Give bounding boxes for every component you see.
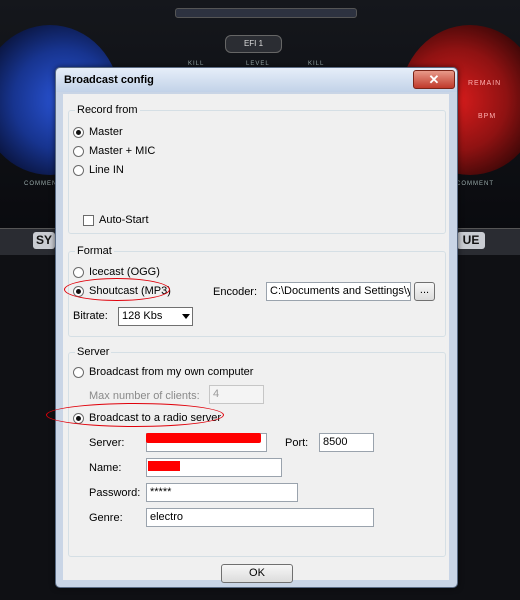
port-field[interactable]: 8500 xyxy=(319,433,374,452)
encoder-browse-button[interactable]: ... xyxy=(414,282,435,301)
record-from-group: Record from Master Master + MIC Line IN … xyxy=(68,104,446,234)
ok-button[interactable]: OK xyxy=(221,564,293,583)
radio-master-label: Master xyxy=(89,126,123,138)
cue-button[interactable]: UE xyxy=(457,232,485,249)
server-redaction xyxy=(146,433,261,443)
radio-line-in[interactable]: Line IN xyxy=(73,164,124,176)
close-button[interactable]: ✕ xyxy=(413,70,455,89)
port-label: Port: xyxy=(285,437,309,449)
annotation-ellipse-radio-server xyxy=(46,403,224,427)
server-group: Server Broadcast from my own computer Ma… xyxy=(68,346,446,557)
annotation-ellipse-shoutcast xyxy=(64,278,170,301)
max-clients-field[interactable]: 4 xyxy=(209,385,264,404)
genre-label: Genre: xyxy=(89,512,123,524)
encoder-path-field[interactable]: C:\Documents and Settings\yl xyxy=(266,282,411,301)
password-field[interactable]: ***** xyxy=(146,483,298,502)
name-redaction xyxy=(148,461,180,471)
name-label: Name: xyxy=(89,462,122,474)
dialog-titlebar[interactable]: Broadcast config ✕ xyxy=(56,68,457,92)
radio-own-computer-indicator[interactable] xyxy=(73,366,84,378)
bitrate-select[interactable]: 128 Kbs xyxy=(118,307,193,326)
radio-master-indicator[interactable] xyxy=(73,126,84,138)
crossfader-slider[interactable] xyxy=(175,8,357,18)
auto-start-box[interactable] xyxy=(83,214,94,226)
close-icon: ✕ xyxy=(428,72,440,87)
remain-label: REMAIN xyxy=(468,80,502,87)
radio-master[interactable]: Master xyxy=(73,126,123,138)
radio-master-mic[interactable]: Master + MIC xyxy=(73,145,155,157)
radio-icecast-indicator[interactable] xyxy=(73,266,84,278)
genre-field[interactable]: electro xyxy=(146,508,374,527)
password-label: Password: xyxy=(89,487,141,499)
chevron-down-icon xyxy=(182,314,190,319)
server-legend: Server xyxy=(75,346,112,358)
sync-button[interactable]: SY xyxy=(33,232,55,249)
bitrate-value: 128 Kbs xyxy=(122,310,163,322)
radio-own-computer-label: Broadcast from my own computer xyxy=(89,366,254,378)
bpm-label: BPM xyxy=(478,113,497,120)
radio-icecast[interactable]: Icecast (OGG) xyxy=(73,266,160,278)
radio-line-in-indicator[interactable] xyxy=(73,164,84,176)
radio-line-in-label: Line IN xyxy=(89,164,124,176)
record-from-legend: Record from xyxy=(75,104,140,116)
broadcast-config-dialog: Broadcast config ✕ Record from Master Ma… xyxy=(46,67,458,588)
max-clients-label: Max number of clients: xyxy=(89,390,200,402)
radio-master-mic-indicator[interactable] xyxy=(73,145,84,157)
format-legend: Format xyxy=(75,245,114,257)
radio-icecast-label: Icecast (OGG) xyxy=(89,266,160,278)
dialog-client-area: Record from Master Master + MIC Line IN … xyxy=(63,94,449,583)
fx-selector[interactable]: EFI 1 xyxy=(225,35,282,53)
radio-master-mic-label: Master + MIC xyxy=(89,145,156,157)
auto-start-checkbox[interactable]: Auto-Start xyxy=(83,214,149,226)
dialog-title: Broadcast config xyxy=(64,74,154,86)
encoder-label: Encoder: xyxy=(213,286,258,298)
comment-label-right: COMMENT xyxy=(456,181,494,187)
server-label: Server: xyxy=(89,437,125,449)
bitrate-label: Bitrate: xyxy=(73,310,108,322)
auto-start-label: Auto-Start xyxy=(99,214,149,226)
radio-own-computer[interactable]: Broadcast from my own computer xyxy=(73,366,253,378)
